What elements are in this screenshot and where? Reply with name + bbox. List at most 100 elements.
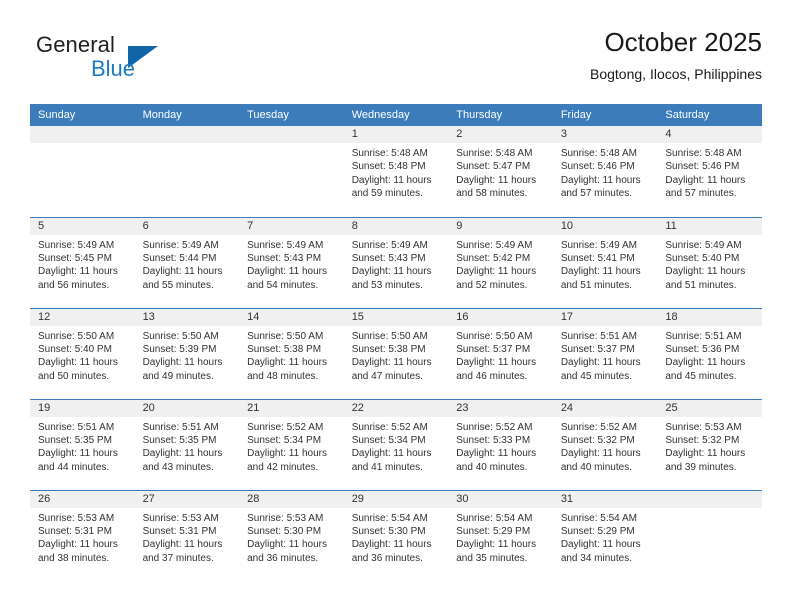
day-number: 3	[552, 126, 658, 143]
daylight-text-line1: Daylight: 11 hours	[351, 448, 432, 460]
calendar-day-cell[interactable]: 26 Sunrise: 5:53 AM Sunset: 5:31 PM Dayligh…	[30, 489, 135, 581]
daylight-text-line1: Daylight: 11 hours	[351, 357, 432, 369]
sunrise-text: Sunrise: 5:52 AM	[456, 421, 533, 433]
calendar-day-cell[interactable]: 15 Sunrise: 5:50 AM Sunset: 5:38 PM Dayligh…	[343, 307, 449, 399]
day-number: 12	[30, 308, 135, 326]
daylight-text-line2: and 36 minutes.	[351, 552, 423, 564]
calendar-day-cell[interactable]: 10 Sunrise: 5:49 AM Sunset: 5:41 PM Dayligh…	[552, 216, 658, 308]
calendar-day-cell[interactable]: 17 Sunrise: 5:51 AM Sunset: 5:37 PM Dayligh…	[552, 307, 658, 399]
daylight-text-line2: and 47 minutes.	[351, 370, 423, 382]
day-cell-inner: 27 Sunrise: 5:53 AM Sunset: 5:31 PM Dayligh…	[134, 490, 240, 581]
sunset-text: Sunset: 5:46 PM	[560, 161, 635, 173]
calendar-day-cell[interactable]: 11 Sunrise: 5:49 AM Sunset: 5:40 PM Dayligh…	[657, 216, 762, 308]
calendar-day-cell[interactable]: 23 Sunrise: 5:52 AM Sunset: 5:33 PM Dayligh…	[448, 398, 553, 490]
day-cell-details: Sunrise: 5:49 AM Sunset: 5:44 PM Daylight:…	[135, 235, 240, 293]
calendar-day-cell[interactable]: 13 Sunrise: 5:50 AM Sunset: 5:39 PM Dayligh…	[134, 307, 240, 399]
day-cell-inner: 6 Sunrise: 5:49 AM Sunset: 5:44 PM Daylight…	[134, 217, 240, 308]
daylight-text-line1: Daylight: 11 hours	[560, 539, 641, 551]
calendar-day-cell[interactable]: 20 Sunrise: 5:51 AM Sunset: 5:35 PM Dayligh…	[134, 398, 240, 490]
calendar-day-cell[interactable]: 31 Sunrise: 5:54 AM Sunset: 5:29 PM Dayligh…	[552, 489, 658, 581]
calendar-day-cell[interactable]: 4 Sunrise: 5:48 AM Sunset: 5:46 PM Daylight…	[657, 126, 762, 217]
sunset-text: Sunset: 5:35 PM	[142, 434, 217, 446]
sunrise-text: Sunrise: 5:49 AM	[38, 239, 115, 251]
day-number: 15	[343, 308, 449, 326]
daylight-text-line2: and 45 minutes.	[560, 370, 632, 382]
sunrise-text: Sunrise: 5:53 AM	[665, 421, 742, 433]
daylight-text-line1: Daylight: 11 hours	[560, 266, 641, 278]
day-cell-details: Sunrise: 5:49 AM Sunset: 5:40 PM Daylight:…	[657, 235, 762, 293]
day-number: 1	[343, 126, 449, 143]
day-number: 6	[134, 217, 240, 235]
calendar-day-cell-empty	[657, 489, 762, 581]
calendar-table: Sunday Monday Tuesday Wednesday Thursday…	[30, 104, 762, 581]
sunset-text: Sunset: 5:33 PM	[456, 434, 531, 446]
calendar-day-cell[interactable]: 7 Sunrise: 5:49 AM Sunset: 5:43 PM Daylight…	[239, 216, 344, 308]
calendar-day-cell[interactable]: 3 Sunrise: 5:48 AM Sunset: 5:46 PM Daylight…	[552, 126, 658, 217]
daylight-text-line2: and 50 minutes.	[38, 370, 110, 382]
calendar-day-cell[interactable]: 2 Sunrise: 5:48 AM Sunset: 5:47 PM Daylight…	[448, 126, 553, 217]
calendar-day-cell[interactable]: 24 Sunrise: 5:52 AM Sunset: 5:32 PM Dayligh…	[552, 398, 658, 490]
calendar-day-cell[interactable]: 9 Sunrise: 5:49 AM Sunset: 5:42 PM Daylight…	[448, 216, 553, 308]
daylight-text-line1: Daylight: 11 hours	[351, 174, 432, 186]
day-number: 20	[134, 399, 240, 417]
sunrise-text: Sunrise: 5:48 AM	[665, 148, 742, 159]
calendar-day-cell[interactable]: 8 Sunrise: 5:49 AM Sunset: 5:43 PM Daylight…	[343, 216, 449, 308]
calendar-day-cell[interactable]: 21 Sunrise: 5:52 AM Sunset: 5:34 PM Dayligh…	[239, 398, 344, 490]
calendar-day-cell[interactable]: 16 Sunrise: 5:50 AM Sunset: 5:37 PM Dayligh…	[448, 307, 553, 399]
page-header: General Blue October 2025 Bogtong, Iloco…	[30, 26, 762, 98]
daylight-text-line2: and 42 minutes.	[247, 461, 319, 473]
sunrise-text: Sunrise: 5:48 AM	[560, 148, 637, 159]
day-cell-details: Sunrise: 5:49 AM Sunset: 5:45 PM Daylight:…	[30, 235, 135, 293]
sunrise-text: Sunrise: 5:50 AM	[142, 330, 219, 342]
daylight-text-line2: and 48 minutes.	[247, 370, 319, 382]
day-cell-inner: 13 Sunrise: 5:50 AM Sunset: 5:39 PM Dayligh…	[134, 308, 240, 399]
page-title: October 2025	[604, 27, 762, 57]
day-number: 17	[552, 308, 658, 326]
daylight-text-line2: and 55 minutes.	[142, 279, 214, 291]
day-cell-inner	[239, 126, 344, 216]
daylight-text-line2: and 56 minutes.	[38, 279, 110, 291]
day-cell-details: Sunrise: 5:53 AM Sunset: 5:31 PM Daylight:…	[135, 508, 240, 566]
day-cell-inner: 29 Sunrise: 5:54 AM Sunset: 5:30 PM Dayligh…	[343, 490, 449, 581]
calendar-day-cell[interactable]: 22 Sunrise: 5:52 AM Sunset: 5:34 PM Dayligh…	[343, 398, 449, 490]
daylight-text-line1: Daylight: 11 hours	[247, 266, 327, 278]
day-cell-details: Sunrise: 5:50 AM Sunset: 5:40 PM Daylight:…	[30, 326, 135, 384]
brand-name-blue: Blue	[91, 56, 136, 81]
day-cell-inner: 21 Sunrise: 5:52 AM Sunset: 5:34 PM Dayligh…	[239, 399, 344, 490]
day-cell-inner: 22 Sunrise: 5:52 AM Sunset: 5:34 PM Dayligh…	[343, 399, 449, 490]
calendar-day-cell[interactable]: 30 Sunrise: 5:54 AM Sunset: 5:29 PM Dayligh…	[448, 489, 553, 581]
day-cell-details: Sunrise: 5:52 AM Sunset: 5:34 PM Daylight:…	[239, 417, 344, 475]
calendar-day-cell[interactable]: 28 Sunrise: 5:53 AM Sunset: 5:30 PM Dayligh…	[239, 489, 344, 581]
day-cell-inner: 26 Sunrise: 5:53 AM Sunset: 5:31 PM Dayligh…	[30, 490, 135, 581]
day-number: 21	[239, 399, 344, 417]
calendar-day-cell[interactable]: 18 Sunrise: 5:51 AM Sunset: 5:36 PM Dayligh…	[657, 307, 762, 399]
sunset-text: Sunset: 5:46 PM	[665, 161, 740, 173]
day-number: 8	[343, 217, 449, 235]
calendar-day-cell[interactable]: 12 Sunrise: 5:50 AM Sunset: 5:40 PM Dayligh…	[30, 307, 135, 399]
calendar-day-cell[interactable]: 14 Sunrise: 5:50 AM Sunset: 5:38 PM Dayligh…	[239, 307, 344, 399]
calendar-day-cell[interactable]: 29 Sunrise: 5:54 AM Sunset: 5:30 PM Dayligh…	[343, 489, 449, 581]
day-number: 4	[657, 126, 762, 143]
day-cell-details: Sunrise: 5:50 AM Sunset: 5:39 PM Daylight:…	[135, 326, 240, 384]
sunset-text: Sunset: 5:40 PM	[38, 343, 112, 355]
calendar-day-cell[interactable]: 19 Sunrise: 5:51 AM Sunset: 5:35 PM Dayligh…	[30, 398, 135, 490]
weekday-header-tuesday: Tuesday	[239, 104, 344, 126]
day-number: 10	[552, 217, 658, 235]
calendar-day-cell[interactable]: 6 Sunrise: 5:49 AM Sunset: 5:44 PM Daylight…	[134, 216, 240, 308]
sunset-text: Sunset: 5:29 PM	[560, 525, 635, 537]
calendar-day-cell[interactable]: 27 Sunrise: 5:53 AM Sunset: 5:31 PM Dayligh…	[134, 489, 240, 581]
daylight-text-line2: and 39 minutes.	[665, 461, 737, 473]
brand-logo[interactable]: General Blue	[30, 32, 230, 88]
title-block: October 2025 Bogtong, Ilocos, Philippine…	[590, 26, 762, 84]
daylight-text-line1: Daylight: 11 hours	[456, 174, 537, 186]
calendar-day-cell[interactable]: 25 Sunrise: 5:53 AM Sunset: 5:32 PM Dayligh…	[657, 398, 762, 490]
sunset-text: Sunset: 5:42 PM	[456, 252, 531, 264]
sunrise-text: Sunrise: 5:49 AM	[247, 239, 324, 251]
calendar-day-cell[interactable]: 1 Sunrise: 5:48 AM Sunset: 5:48 PM Daylight…	[343, 126, 449, 217]
sunrise-text: Sunrise: 5:48 AM	[351, 148, 428, 159]
calendar-day-cell[interactable]: 5 Sunrise: 5:49 AM Sunset: 5:45 PM Daylight…	[30, 216, 135, 308]
calendar-day-cell-empty	[239, 126, 344, 217]
sunset-text: Sunset: 5:43 PM	[351, 252, 426, 264]
sunrise-text: Sunrise: 5:52 AM	[247, 421, 324, 433]
day-cell-details: Sunrise: 5:54 AM Sunset: 5:30 PM Daylight:…	[344, 508, 449, 566]
